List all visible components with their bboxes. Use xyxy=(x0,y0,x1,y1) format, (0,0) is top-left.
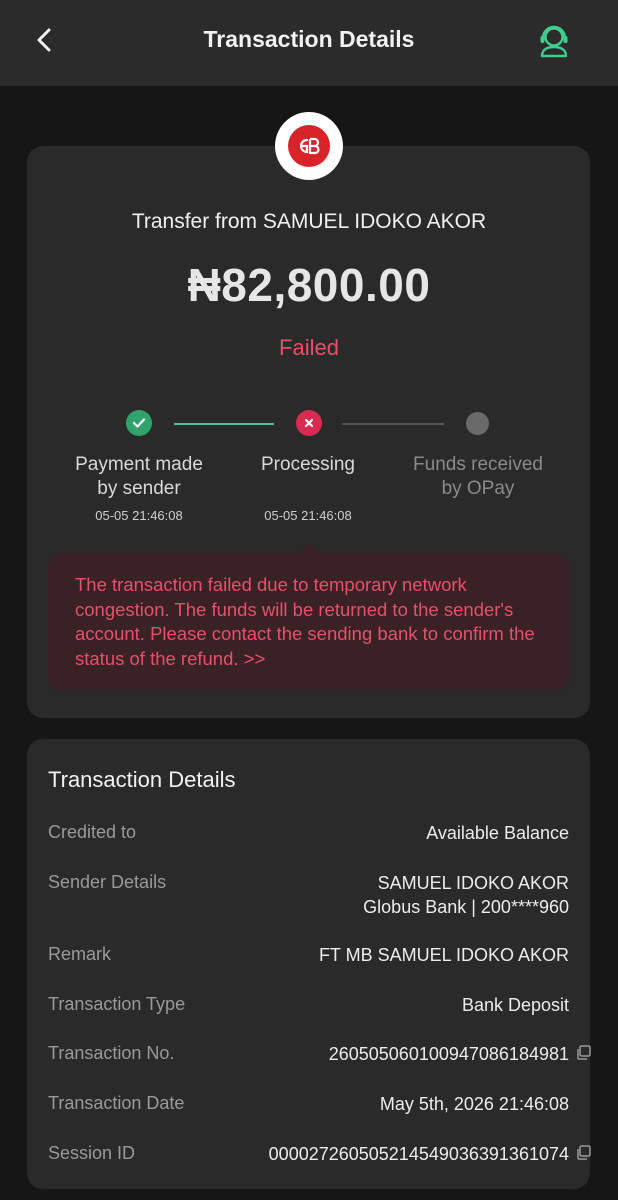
bank-logo xyxy=(275,112,343,180)
transaction-date-value: May 5th, 2026 21:46:08 xyxy=(379,1094,569,1114)
sender-bank-account: Globus Bank | 200****960 xyxy=(363,897,569,917)
step-pending-icon xyxy=(466,412,489,435)
step-label-funds-received: Funds received by OPay xyxy=(413,454,543,499)
globus-bank-logo-icon xyxy=(288,125,330,167)
session-id-text: 000027260505214549036391361074 xyxy=(268,1144,569,1164)
transaction-date-label: Transaction Date xyxy=(48,1093,185,1113)
sender-name: SAMUEL IDOKO AKOR xyxy=(377,873,569,893)
step-time-payment-made: 05-05 21:46:08 xyxy=(95,508,183,523)
customer-support-icon xyxy=(540,25,568,58)
failure-reason-message[interactable]: The transaction failed due to temporary … xyxy=(48,553,569,690)
page-title: Transaction Details xyxy=(203,26,415,52)
progress-line-complete xyxy=(174,423,274,425)
transaction-no-text: 260505060100947086184981 xyxy=(328,1044,569,1064)
credited-to-label: Credited to xyxy=(48,822,137,842)
customer-support-button[interactable] xyxy=(534,20,574,60)
step-label-processing: Processing xyxy=(261,454,355,475)
sender-details-value: SAMUEL IDOKO AKOR Globus Bank | 200****9… xyxy=(363,871,569,919)
transfer-from-text: Transfer from SAMUEL IDOKO AKOR xyxy=(131,210,487,233)
top-bar: Transaction Details xyxy=(0,0,618,86)
transaction-no-value: 260505060100947086184981 xyxy=(329,1042,592,1067)
step-done-icon xyxy=(126,410,152,436)
session-id-label: Session ID xyxy=(48,1143,136,1163)
credited-to-value: Available Balance xyxy=(426,823,569,843)
session-id-value: 000027260505214549036391361074 xyxy=(269,1142,592,1167)
sender-details-label: Sender Details xyxy=(48,872,167,892)
progress-line-pending xyxy=(342,423,444,425)
remark-value: FT MB SAMUEL IDOKO AKOR xyxy=(318,945,569,965)
step-time-processing: 05-05 21:46:08 xyxy=(264,508,352,523)
copy-icon[interactable] xyxy=(575,1143,592,1167)
transaction-amount: ₦82,800.00 xyxy=(187,259,431,311)
transaction-no-label: Transaction No. xyxy=(48,1043,175,1063)
transaction-type-label: Transaction Type xyxy=(48,994,186,1014)
copy-icon[interactable] xyxy=(575,1043,592,1067)
details-heading: Transaction Details xyxy=(48,767,236,792)
remark-label: Remark xyxy=(48,944,112,964)
transaction-type-value: Bank Deposit xyxy=(461,995,569,1015)
step-failed-icon xyxy=(296,410,322,436)
status-badge: Failed xyxy=(279,335,339,360)
step-label-payment-made: Payment made by sender xyxy=(75,454,203,499)
